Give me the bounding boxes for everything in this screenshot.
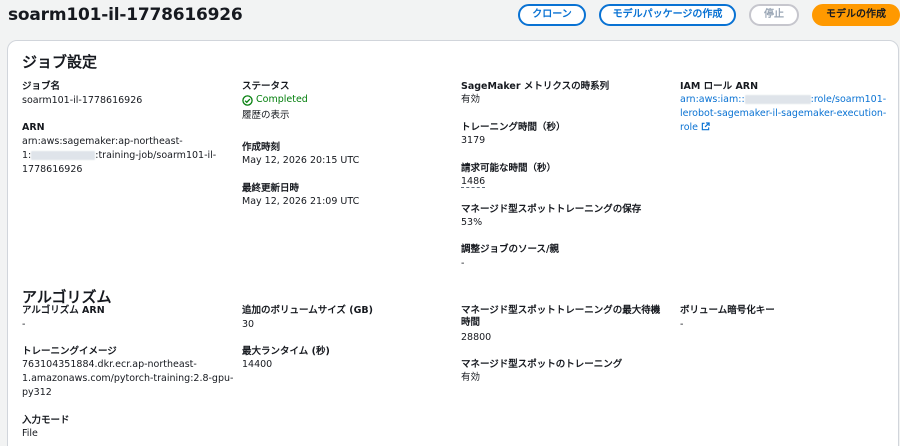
training-time-value: 3179 [461,135,486,146]
arn-label: ARN [22,122,45,133]
job-name-value: soarm101-il-1778616926 [22,95,143,106]
billable-time-label: 請求可能な時間（秒） [461,163,557,174]
stop-button[interactable]: 停止 [749,4,799,26]
max-wait-time-label-line-2: 時間 [461,317,481,328]
spot-savings-label: マネージド型スポットトレーニングの保存 [461,204,642,215]
job-settings-heading: ジョブ設定 [22,53,98,71]
job-name-label: ジョブ名 [22,81,61,92]
volume-encryption-key-value: - [680,319,684,330]
page-header: soarm101-il-1778616926 クローン モデルパッケージの作成 … [0,0,900,36]
volume-size-label: 追加のボリュームサイズ (GB) [242,305,373,316]
arn-line-2-suffix: :training-job/soarm101-il- [95,150,217,161]
last-updated-label: 最終更新日時 [242,183,300,194]
status-value: Completed [256,94,308,105]
spot-savings-value: 53% [461,217,483,228]
max-wait-time-label: マネージド型スポットトレーニングの最大待機 時間 [461,305,660,329]
training-image-line-3: py312 [22,387,52,398]
max-wait-time-label-line-1: マネージド型スポットトレーニングの最大待機 [461,305,661,316]
iam-line-3: role [680,121,886,135]
managed-spot-label: マネージド型スポットのトレーニング [461,359,623,370]
iam-line-1-suffix: :role/soarm101- [810,94,887,105]
training-image-value: 763104351884.dkr.ecr.ap-northeast- 1.ama… [22,358,233,400]
metrics-timeseries-value: 有効 [461,94,481,105]
algorithm-arn-value: - [22,319,26,330]
status-label: ステータス [242,81,290,92]
input-mode-label: 入力モード [22,415,70,426]
training-time-label: トレーニング時間（秒） [461,122,566,133]
clone-button[interactable]: クローン [518,4,586,26]
iam-line-1: arn:aws:iam:::role/soarm101- [680,93,886,107]
max-wait-time-value: 28800 [461,332,492,343]
arn-line-2: 1: :training-job/soarm101-il- [22,149,216,163]
billable-time-value[interactable]: 1486 [461,175,486,189]
managed-spot-value: 有効 [461,372,481,383]
redacted-account-id [31,151,96,160]
iam-line-1-prefix: arn:aws:iam:: [680,94,745,105]
status-indicator: Completed [242,93,308,107]
created-time-label: 作成時刻 [242,142,281,153]
volume-encryption-key-label: ボリューム暗号化キー [680,305,775,316]
tuning-job-source-value: - [461,258,465,269]
max-runtime-value: 14400 [242,359,273,370]
iam-role-arn-link[interactable]: arn:aws:iam:::role/soarm101- lerobot-sag… [680,93,886,135]
create-model-button[interactable]: モデルの作成 [812,4,900,26]
training-image-label: トレーニングイメージ [22,346,117,357]
external-link-icon [701,122,710,131]
training-image-line-2: 1.amazonaws.com/pytorch-training:2.8-gpu… [22,373,234,384]
page-title: soarm101-il-1778616926 [8,5,243,25]
check-circle-icon [242,94,253,106]
job-settings-card: ジョブ設定 ジョブ名 soarm101-il-1778616926 ARN ar… [7,40,899,446]
arn-line-1: arn:aws:sagemaker:ap-northeast- [22,136,183,147]
redacted-account-id [744,95,811,104]
algorithm-arn-label: アルゴリズム ARN [22,305,105,316]
created-time-value: May 12, 2026 20:15 UTC [242,155,360,166]
training-image-line-1: 763104351884.dkr.ecr.ap-northeast- [22,359,197,370]
arn-line-3: 1778616926 [22,164,83,175]
max-runtime-label: 最大ランタイム (秒) [242,346,330,357]
input-mode-value: File [22,428,38,439]
billable-time-number: 1486 [461,176,486,188]
metrics-timeseries-label: SageMaker メトリクスの時系列 [461,81,610,92]
arn-value: arn:aws:sagemaker:ap-northeast- 1: :train… [22,135,216,177]
iam-line-3-text: role [680,122,698,133]
iam-line-2: lerobot-sagemaker-il-sagemaker-execution… [680,108,887,119]
arn-line-2-prefix: 1: [22,150,32,161]
volume-size-value: 30 [242,319,255,330]
algorithm-heading: アルゴリズム [22,288,112,306]
create-model-package-button[interactable]: モデルパッケージの作成 [599,4,736,26]
iam-role-arn-label: IAM ロール ARN [680,81,759,92]
tuning-job-source-label: 調整ジョブのソース/親 [461,244,559,255]
last-updated-value: May 12, 2026 21:09 UTC [242,196,360,207]
view-history-link[interactable]: 履歴の表示 [242,109,290,123]
